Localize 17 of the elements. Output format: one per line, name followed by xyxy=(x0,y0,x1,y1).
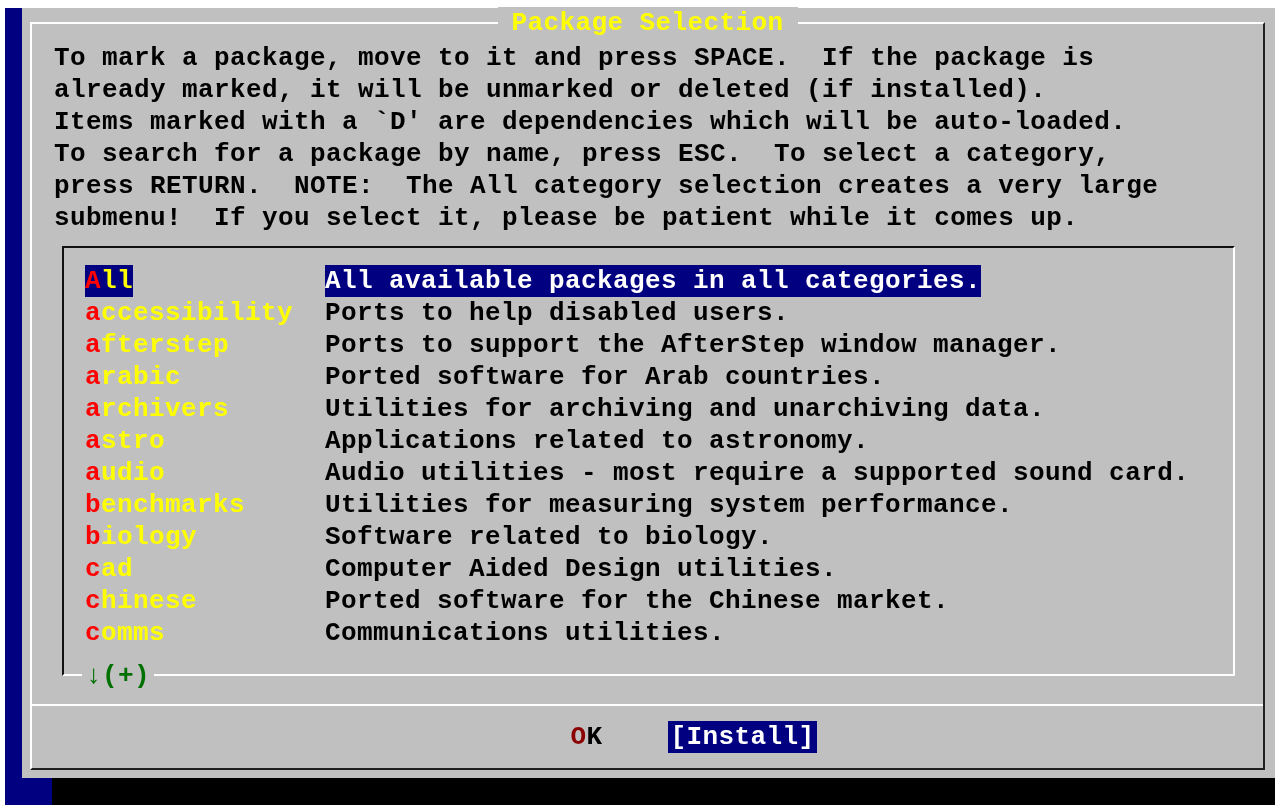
category-description[interactable]: All available packages in all categories. xyxy=(325,265,982,297)
dialog-button[interactable]: [Install] xyxy=(668,721,817,753)
category-description[interactable]: Communications utilities. xyxy=(325,617,726,649)
dialog-button[interactable]: OK xyxy=(568,721,605,753)
category-name[interactable]: All xyxy=(85,265,134,297)
category-description[interactable]: Utilities for measuring system performance. xyxy=(325,489,1014,521)
scroll-more-indicator: ↓(+) xyxy=(82,661,154,691)
category-description[interactable]: Utilities for archiving and unarchiving data. xyxy=(325,393,1046,425)
category-description[interactable]: Software related to biology. xyxy=(325,521,774,553)
category-description[interactable]: Ported software for Arab countries. xyxy=(325,361,886,393)
instructions-text: To mark a package, move to it and press SPACE. If the package is already marked, it will be unmarked or deleted (if installed). Items marked with a `D' are dependencies which will be auto-loaded. To search for a package by name, press ESC. To select a category, press RETURN. NOTE: The All category selection creates a very large submenu! If you select it, please be patient while it comes up. xyxy=(53,42,1160,234)
category-description[interactable]: Ports to support the AfterStep window manager. xyxy=(325,329,1062,361)
category-description[interactable]: Ported software for the Chinese market. xyxy=(325,585,950,617)
category-description[interactable]: Audio utilities - most require a supported sound card. xyxy=(325,457,1190,489)
category-description[interactable]: Applications related to astronomy. xyxy=(325,425,870,457)
category-description[interactable]: Ports to help disabled users. xyxy=(325,297,790,329)
category-description[interactable]: Computer Aided Design utilities. xyxy=(325,553,838,585)
